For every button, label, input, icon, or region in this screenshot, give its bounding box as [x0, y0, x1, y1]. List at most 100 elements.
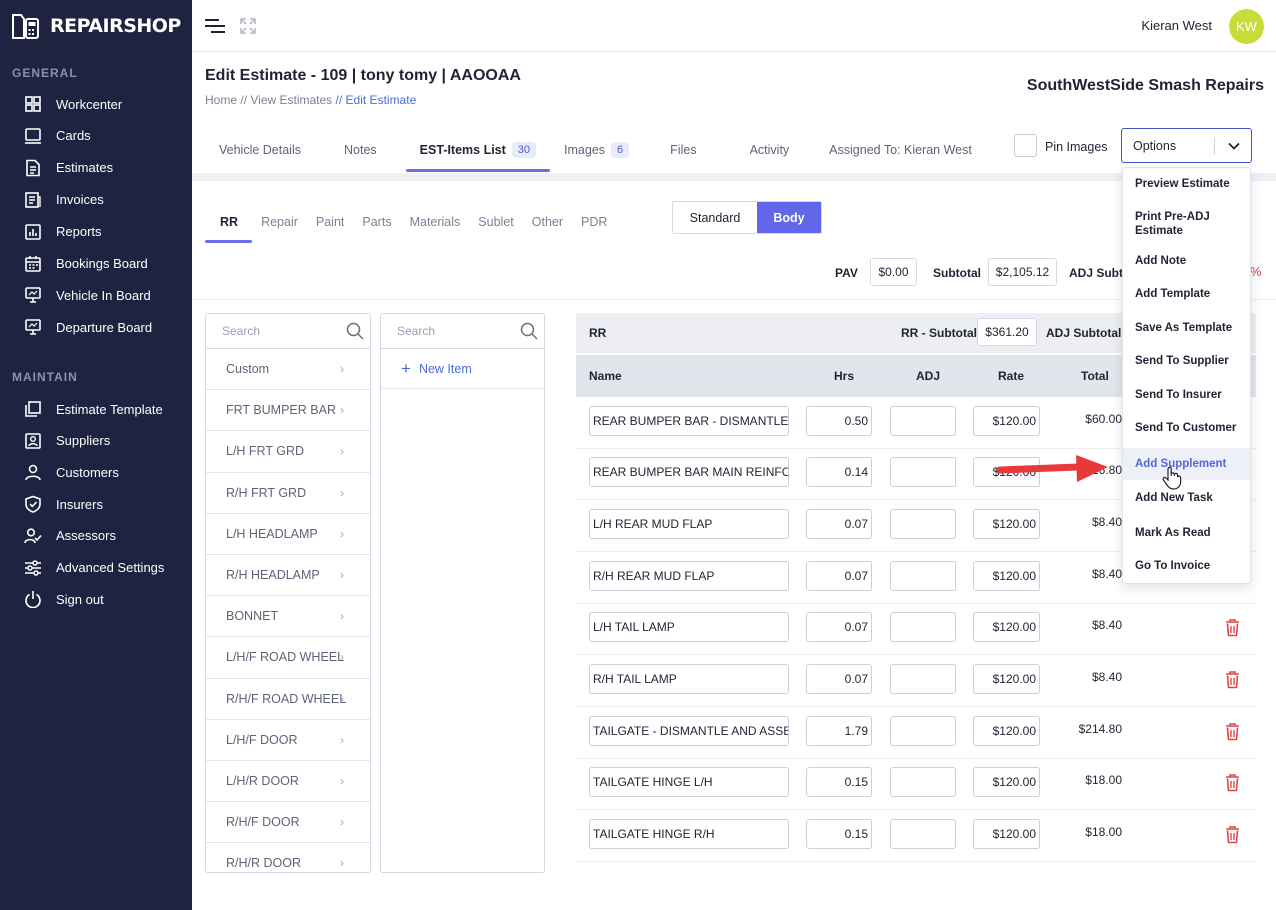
- item-name-input[interactable]: REAR BUMPER BAR MAIN REINFORCE: [589, 457, 789, 487]
- standard-toggle[interactable]: Standard: [673, 202, 757, 233]
- subtab-paint[interactable]: Paint: [307, 201, 354, 243]
- tab-notes[interactable]: Notes: [315, 128, 406, 172]
- subtab-sublet[interactable]: Sublet: [469, 201, 522, 243]
- sidebar-item-cards[interactable]: Cards: [24, 125, 91, 147]
- menu-item-add-supplement[interactable]: Add Supplement: [1123, 448, 1250, 480]
- category-search-input[interactable]: Search: [206, 314, 370, 349]
- hours-input[interactable]: 0.07: [806, 561, 872, 591]
- menu-item-send-to-supplier[interactable]: Send To Supplier: [1123, 354, 1250, 368]
- trash-icon[interactable]: [1224, 670, 1241, 689]
- rate-input[interactable]: $120.00: [973, 767, 1040, 797]
- options-dropdown-button[interactable]: Options: [1121, 128, 1252, 163]
- tab-activity[interactable]: Activity: [724, 128, 816, 172]
- item-name-input[interactable]: R/H REAR MUD FLAP: [589, 561, 789, 591]
- trash-icon[interactable]: [1224, 825, 1241, 844]
- category-item[interactable]: R/H/F DOOR ›: [206, 802, 370, 844]
- category-item[interactable]: L/H FRT GRD ›: [206, 431, 370, 473]
- menu-item-add-template[interactable]: Add Template: [1123, 287, 1250, 301]
- menu-toggle-icon[interactable]: [205, 18, 227, 34]
- sidebar-item-sign-out[interactable]: Sign out: [24, 588, 104, 610]
- adj-input[interactable]: [890, 561, 956, 591]
- item-name-input[interactable]: TAILGATE HINGE L/H: [589, 767, 789, 797]
- sidebar-item-insurers[interactable]: Insurers: [24, 493, 103, 515]
- adj-input[interactable]: [890, 509, 956, 539]
- category-item[interactable]: BONNET ›: [206, 596, 370, 638]
- sidebar-item-advanced-settings[interactable]: Advanced Settings: [24, 557, 164, 579]
- hours-input[interactable]: 0.07: [806, 612, 872, 642]
- menu-item-preview-estimate[interactable]: Preview Estimate: [1123, 177, 1250, 191]
- subtab-repair[interactable]: Repair: [252, 201, 307, 243]
- category-item[interactable]: L/H/R DOOR ›: [206, 761, 370, 803]
- category-item[interactable]: Custom ›: [206, 349, 370, 391]
- rate-input[interactable]: $120.00: [973, 612, 1040, 642]
- menu-item-send-to-insurer[interactable]: Send To Insurer: [1123, 388, 1250, 402]
- item-name-input[interactable]: TAILGATE HINGE R/H: [589, 819, 789, 849]
- category-item[interactable]: FRT BUMPER BAR ›: [206, 390, 370, 432]
- fullscreen-icon[interactable]: [240, 18, 256, 34]
- trash-icon[interactable]: [1224, 618, 1241, 637]
- pav-value[interactable]: $0.00: [870, 258, 917, 286]
- tab-images[interactable]: Images 6: [550, 128, 643, 172]
- rate-input[interactable]: $120.00: [973, 664, 1040, 694]
- subtab-other[interactable]: Other: [523, 201, 572, 243]
- adj-input[interactable]: [890, 767, 956, 797]
- menu-item-mark-as-read[interactable]: Mark As Read: [1123, 526, 1250, 540]
- sidebar-item-customers[interactable]: Customers: [24, 461, 119, 483]
- item-name-input[interactable]: L/H REAR MUD FLAP: [589, 509, 789, 539]
- category-item[interactable]: R/H/F ROAD WHEEL ›: [206, 679, 370, 720]
- hours-input[interactable]: 0.15: [806, 819, 872, 849]
- category-item[interactable]: R/H HEADLAMP ›: [206, 555, 370, 597]
- menu-item-send-to-customer[interactable]: Send To Customer: [1123, 421, 1250, 435]
- category-item[interactable]: L/H/F ROAD WHEEL ›: [206, 637, 370, 679]
- menu-item-save-as-template[interactable]: Save As Template: [1123, 321, 1250, 335]
- tab-vehicle-details[interactable]: Vehicle Details: [205, 128, 315, 172]
- menu-item-go-to-invoice[interactable]: Go To Invoice: [1123, 559, 1250, 573]
- subtab-pdr[interactable]: PDR: [572, 201, 616, 243]
- item-name-input[interactable]: REAR BUMPER BAR - DISMANTLE AND: [589, 406, 789, 436]
- logo[interactable]: REPAIRSHOP: [10, 10, 181, 42]
- hours-input[interactable]: 0.50: [806, 406, 872, 436]
- search-icon[interactable]: [520, 322, 538, 340]
- sidebar-item-reports[interactable]: Reports: [24, 221, 102, 243]
- sidebar-item-vehicle-in-board[interactable]: Vehicle In Board: [24, 284, 151, 306]
- breadcrumb-view-estimates[interactable]: View Estimates: [250, 93, 332, 107]
- subtab-parts[interactable]: Parts: [353, 201, 400, 243]
- rate-input[interactable]: $120.00: [973, 819, 1040, 849]
- category-item[interactable]: R/H FRT GRD ›: [206, 473, 370, 514]
- tab-files[interactable]: Files: [643, 128, 723, 172]
- menu-item-add-new-task[interactable]: Add New Task: [1123, 491, 1250, 505]
- subtab-materials[interactable]: Materials: [401, 201, 470, 243]
- adj-input[interactable]: [890, 612, 956, 642]
- category-item[interactable]: L/H HEADLAMP ›: [206, 514, 370, 555]
- menu-item-print-pre-adj-estimate[interactable]: Print Pre-ADJ Estimate: [1123, 210, 1233, 238]
- rate-input[interactable]: $120.00: [973, 406, 1040, 436]
- rr-subtotal-value[interactable]: $361.20: [977, 318, 1037, 346]
- sidebar-item-estimate-template[interactable]: Estimate Template: [24, 398, 163, 420]
- subtab-rr[interactable]: RR: [205, 201, 253, 243]
- body-toggle[interactable]: Body: [757, 202, 821, 233]
- sidebar-item-suppliers[interactable]: Suppliers: [24, 430, 110, 452]
- trash-icon[interactable]: [1224, 722, 1241, 741]
- breadcrumb-home[interactable]: Home: [205, 93, 237, 107]
- adj-input[interactable]: [890, 716, 956, 746]
- trash-icon[interactable]: [1224, 773, 1241, 792]
- hours-input[interactable]: 0.07: [806, 664, 872, 694]
- sidebar-item-workcenter[interactable]: Workcenter: [24, 93, 122, 115]
- user-name[interactable]: Kieran West: [1141, 18, 1212, 33]
- category-item[interactable]: L/H/F DOOR ›: [206, 720, 370, 761]
- hours-input[interactable]: 0.14: [806, 457, 872, 487]
- item-name-input[interactable]: R/H TAIL LAMP: [589, 664, 789, 694]
- sidebar-item-invoices[interactable]: Invoices: [24, 189, 104, 211]
- item-search-input[interactable]: Search: [381, 314, 544, 349]
- adj-input[interactable]: [890, 819, 956, 849]
- category-item[interactable]: R/H/R DOOR ›: [206, 843, 370, 872]
- hours-input[interactable]: 1.79: [806, 716, 872, 746]
- adj-input[interactable]: [890, 406, 956, 436]
- hours-input[interactable]: 0.07: [806, 509, 872, 539]
- hours-input[interactable]: 0.15: [806, 767, 872, 797]
- item-name-input[interactable]: L/H TAIL LAMP: [589, 612, 789, 642]
- pin-images-checkbox[interactable]: [1014, 134, 1037, 157]
- new-item-button[interactable]: + New Item: [381, 349, 544, 389]
- avatar[interactable]: KW: [1229, 9, 1264, 44]
- rate-input[interactable]: $120.00: [973, 561, 1040, 591]
